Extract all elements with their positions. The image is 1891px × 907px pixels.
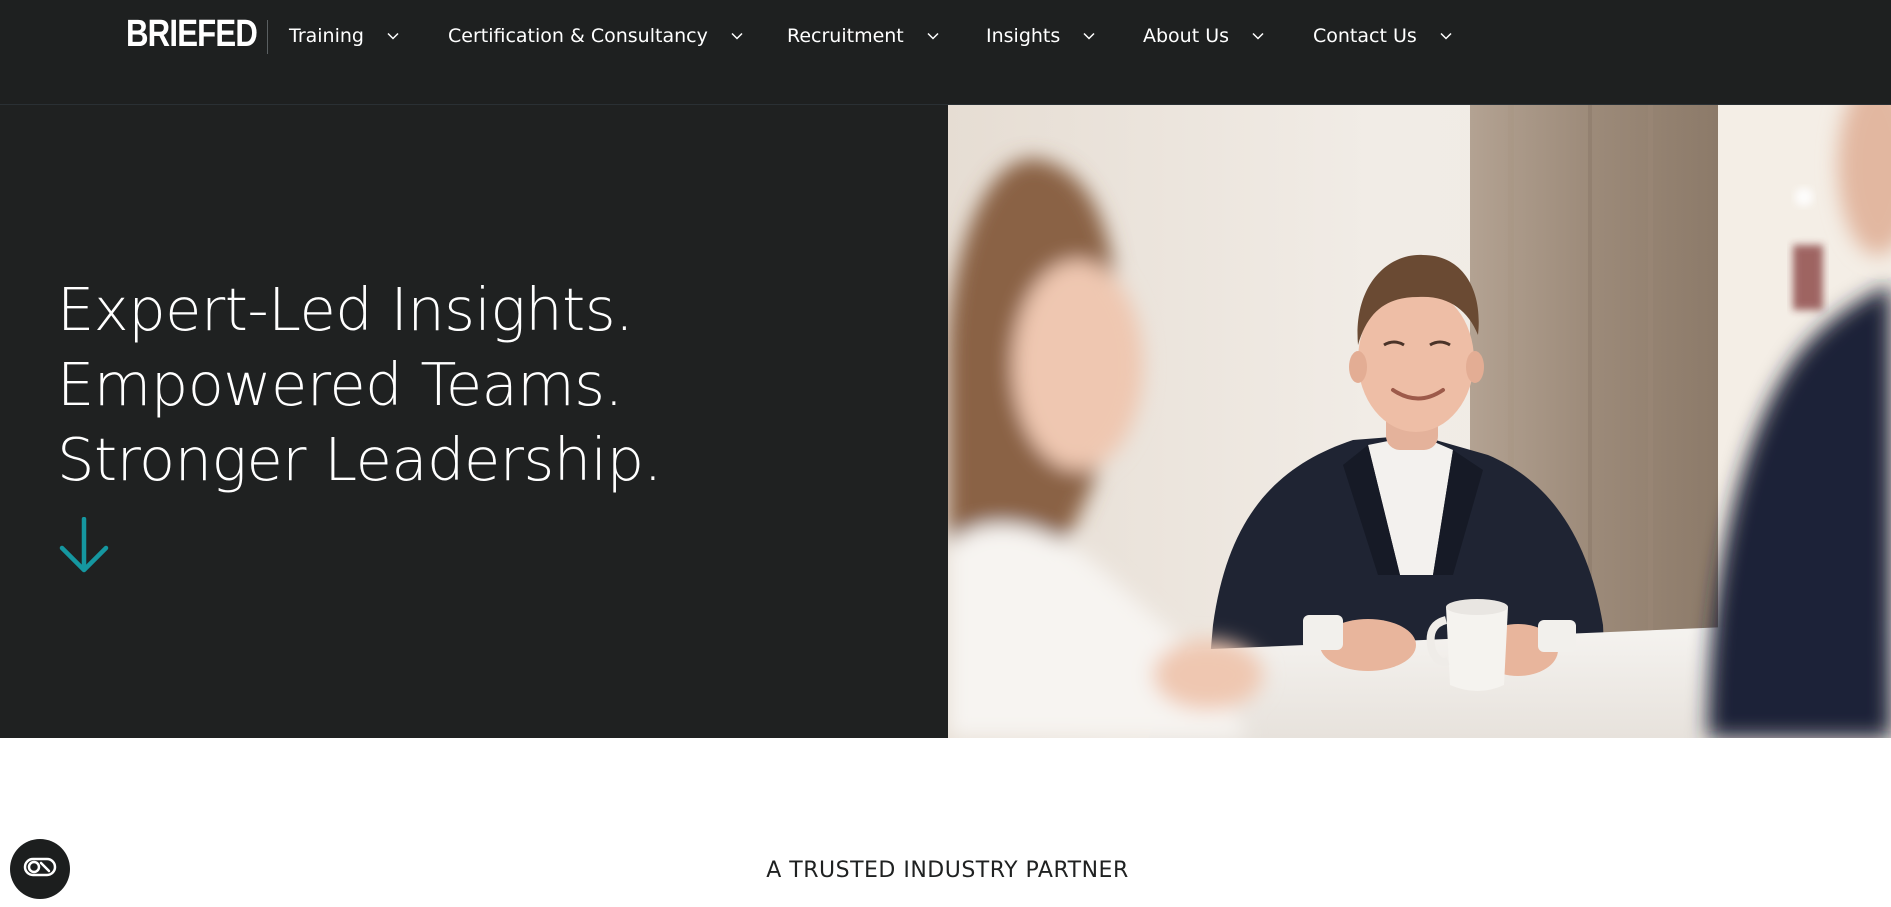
nav-item-label: Contact Us <box>1313 25 1417 47</box>
chevron-down-icon <box>730 29 744 43</box>
nav-item-label: Certification & Consultancy <box>448 25 708 47</box>
nav-item-label: Insights <box>986 25 1061 47</box>
page: BRIEFED Training Certification & Consult… <box>0 0 1891 907</box>
site-header: BRIEFED Training Certification & Consult… <box>0 0 1891 105</box>
accessibility-button[interactable] <box>10 839 70 899</box>
chevron-down-icon <box>386 29 400 43</box>
hero-text-panel: Expert-Led Insights. Empowered Teams. St… <box>0 105 948 738</box>
nav-item-recruitment[interactable]: Recruitment <box>787 19 940 53</box>
section-eyebrow: A TRUSTED INDUSTRY PARTNER <box>766 858 1129 883</box>
chevron-down-icon <box>1251 29 1265 43</box>
brand-logo[interactable]: BRIEFED <box>126 14 258 54</box>
chevron-down-icon <box>1082 29 1096 43</box>
headline-line-1: Expert-Led Insights. <box>57 275 634 344</box>
trusted-partner-section: A TRUSTED INDUSTRY PARTNER <box>0 738 1891 907</box>
headline-line-3: Stronger Leadership. <box>57 425 662 494</box>
nav-item-contact-us[interactable]: Contact Us <box>1313 19 1453 53</box>
hero-section: Expert-Led Insights. Empowered Teams. St… <box>0 105 1891 738</box>
nav-item-about-us[interactable]: About Us <box>1143 19 1265 53</box>
nav-item-label: Recruitment <box>787 25 904 47</box>
chevron-down-icon <box>1439 29 1453 43</box>
arrow-down-icon[interactable] <box>58 516 110 573</box>
photo-meeting-people <box>948 105 1891 738</box>
logo-divider <box>267 20 268 54</box>
hero-photo <box>948 105 1891 738</box>
nav-item-certification-consultancy[interactable]: Certification & Consultancy <box>448 19 744 53</box>
nav-item-label: About Us <box>1143 25 1230 47</box>
chevron-down-icon <box>926 29 940 43</box>
headline-line-2: Empowered Teams. <box>57 350 623 419</box>
nav-item-label: Training <box>289 25 364 47</box>
hero-headline: Expert-Led Insights. Empowered Teams. St… <box>57 272 662 497</box>
nav-item-training[interactable]: Training <box>289 19 400 53</box>
accessibility-toggle-icon <box>23 857 57 881</box>
nav-item-insights[interactable]: Insights <box>986 19 1096 53</box>
